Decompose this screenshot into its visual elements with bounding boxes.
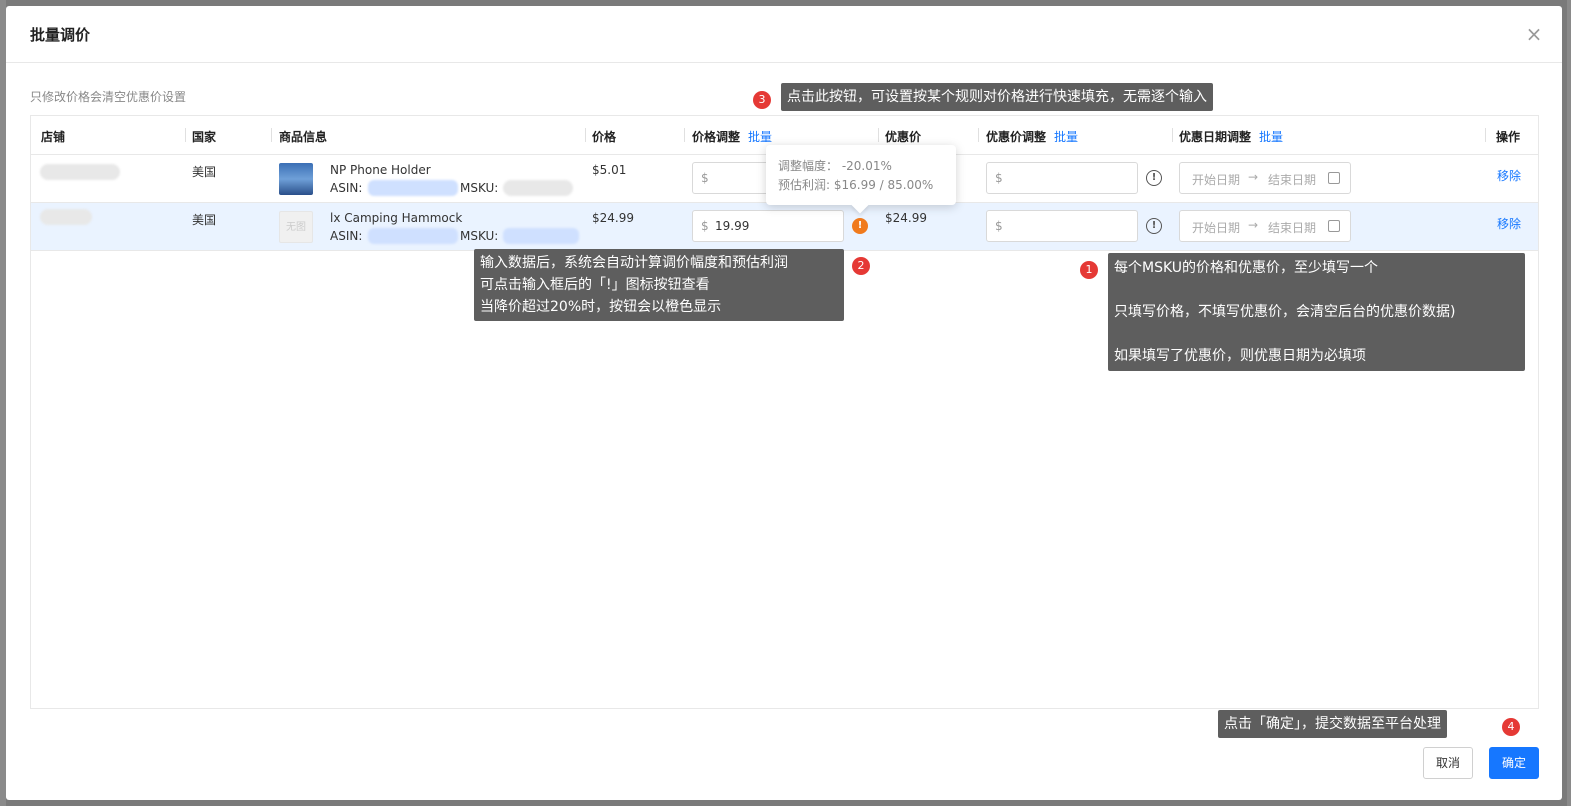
sale-price-input[interactable]: $ xyxy=(986,210,1138,242)
currency-prefix: $ xyxy=(995,219,1003,233)
confirm-button[interactable]: 确定 xyxy=(1489,747,1539,779)
batch-price-button[interactable]: 批量 xyxy=(748,130,772,144)
date-end-placeholder: 结束日期 xyxy=(1268,173,1317,187)
header-divider xyxy=(585,128,586,142)
remove-link[interactable]: 移除 xyxy=(1497,167,1521,184)
callout-2-line1: 输入数据后，系统会自动计算调价幅度和预估利润 xyxy=(480,255,788,271)
asin-value-redacted xyxy=(368,180,458,196)
callout-1-spacer xyxy=(1114,323,1519,345)
product-thumbnail xyxy=(279,163,313,195)
product-thumbnail-placeholder: 无图 xyxy=(279,211,313,243)
country-cell: 美国 xyxy=(192,165,217,179)
header-sale-adjust-label: 优惠价调整 xyxy=(986,130,1047,144)
callout-2: 输入数据后，系统会自动计算调价幅度和预估利润 可点击输入框后的「!」图标按钮查看… xyxy=(474,249,844,321)
info-icon[interactable]: ! xyxy=(1146,218,1162,234)
header-price-adjust: 价格调整 批量 xyxy=(692,128,772,145)
msku-value-redacted xyxy=(503,180,573,196)
header-price: 价格 xyxy=(592,130,617,144)
page-backdrop-right xyxy=(1567,0,1571,806)
arrow-right-icon: → xyxy=(1248,170,1259,184)
header-divider xyxy=(978,128,979,142)
step-badge-2: 2 xyxy=(852,257,870,275)
callout-2-line3: 当降价超过20%时，按钮会以橙色显示 xyxy=(480,299,722,315)
sale-price-cell: $24.99 xyxy=(885,211,927,225)
callout-3: 点击此按钮，可设置按某个规则对价格进行快速填充，无需逐个输入 xyxy=(781,83,1213,111)
callout-1-line2: 只填写价格，不填写优惠价，会清空后台的优惠价数据) xyxy=(1114,304,1456,320)
currency-prefix: $ xyxy=(701,219,709,233)
callout-4: 点击「确定」，提交数据至平台处理 xyxy=(1218,710,1447,738)
sale-price-input[interactable]: $ xyxy=(986,162,1138,194)
header-divider xyxy=(878,128,879,142)
price-calc-popover: 调整幅度： -20.01% 预估利润: $16.99 / 85.00% xyxy=(766,145,956,214)
header-sale-adjust: 优惠价调整 批量 xyxy=(986,128,1078,145)
batch-sale-button[interactable]: 批量 xyxy=(1054,130,1078,144)
close-icon[interactable]: × xyxy=(1524,24,1544,44)
step-badge-3: 3 xyxy=(753,91,771,109)
cancel-button[interactable]: 取消 xyxy=(1423,747,1473,779)
date-range-picker[interactable]: 开始日期 → 结束日期 xyxy=(1179,210,1351,242)
header-divider xyxy=(1485,128,1486,142)
step-badge-1: 1 xyxy=(1080,261,1098,279)
date-end-placeholder: 结束日期 xyxy=(1268,221,1317,235)
header-divider xyxy=(185,128,186,142)
remove-link[interactable]: 移除 xyxy=(1497,215,1521,232)
info-icon[interactable]: ! xyxy=(1146,170,1162,186)
calendar-icon xyxy=(1328,220,1340,232)
header-price-adjust-label: 价格调整 xyxy=(692,130,741,144)
modal-header: 批量调价 × xyxy=(6,6,1562,63)
product-name: lx Camping Hammock xyxy=(330,211,463,225)
date-start-placeholder: 开始日期 xyxy=(1192,221,1241,235)
header-action: 操作 xyxy=(1496,130,1521,144)
callout-1: 每个MSKU的价格和优惠价，至少填写一个 只填写价格，不填写优惠价，会清空后台的… xyxy=(1108,253,1525,371)
product-name: NP Phone Holder xyxy=(330,163,431,177)
date-start-placeholder: 开始日期 xyxy=(1192,173,1241,187)
popover-adjust-range: 调整幅度： -20.01% xyxy=(778,159,892,173)
popover-estimated-profit: 预估利润: $16.99 / 85.00% xyxy=(778,178,934,192)
currency-prefix: $ xyxy=(995,171,1003,185)
msku-value-redacted xyxy=(503,228,579,244)
header-divider xyxy=(271,128,272,142)
table-row: 美国 无图 lx Camping Hammock ASIN: MSKU: $24… xyxy=(31,203,1538,251)
price-input[interactable]: $ 19.99 xyxy=(692,210,844,242)
hint-text: 只修改价格会清空优惠价设置 xyxy=(30,90,187,104)
price-input-value: 19.99 xyxy=(715,219,750,233)
asin-label: ASIN: xyxy=(330,181,363,195)
country-cell: 美国 xyxy=(192,213,217,227)
header-sale-price: 优惠价 xyxy=(885,130,922,144)
batch-price-modal: 批量调价 × 只修改价格会清空优惠价设置 店铺 国家 商品信息 价格 价格调整批… xyxy=(6,6,1562,800)
price-cell: $24.99 xyxy=(592,211,634,225)
warning-icon[interactable]: ! xyxy=(852,218,868,234)
callout-1-line3: 如果填写了优惠价，则优惠日期为必填项 xyxy=(1114,348,1366,364)
header-product: 商品信息 xyxy=(279,130,328,144)
msku-label: MSKU: xyxy=(460,229,499,243)
header-country: 国家 xyxy=(192,130,217,144)
date-range-picker[interactable]: 开始日期 → 结束日期 xyxy=(1179,162,1351,194)
callout-1-spacer xyxy=(1114,279,1519,301)
asin-value-redacted xyxy=(368,228,458,244)
modal-title: 批量调价 xyxy=(30,26,91,44)
arrow-right-icon: → xyxy=(1248,218,1259,232)
calendar-icon xyxy=(1328,172,1340,184)
callout-1-line1: 每个MSKU的价格和优惠价，至少填写一个 xyxy=(1114,260,1379,276)
msku-label: MSKU: xyxy=(460,181,499,195)
header-date-adjust-label: 优惠日期调整 xyxy=(1179,130,1252,144)
store-name-redacted xyxy=(40,164,120,180)
step-badge-4: 4 xyxy=(1502,718,1520,736)
header-date-adjust: 优惠日期调整 批量 xyxy=(1179,128,1283,145)
header-divider xyxy=(1172,128,1173,142)
price-cell: $5.01 xyxy=(592,163,627,177)
header-store: 店铺 xyxy=(41,130,66,144)
store-name-redacted xyxy=(40,209,92,225)
callout-2-line2: 可点击输入框后的「!」图标按钮查看 xyxy=(480,277,710,293)
currency-prefix: $ xyxy=(701,171,709,185)
header-divider xyxy=(684,128,685,142)
batch-date-button[interactable]: 批量 xyxy=(1259,130,1283,144)
asin-label: ASIN: xyxy=(330,229,363,243)
